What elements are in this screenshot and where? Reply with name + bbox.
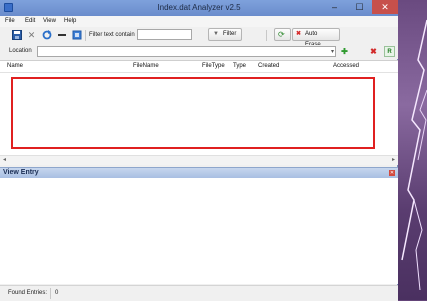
found-entries-count: 0 <box>55 290 59 296</box>
status-divider <box>50 288 51 299</box>
minimize-button[interactable]: ‒ <box>322 0 347 14</box>
view-entry-title: View Entry <box>3 169 39 176</box>
found-entries-label: Found Entries: <box>8 290 48 296</box>
delete-icon[interactable]: ✕ <box>26 30 37 41</box>
column-header-filename[interactable]: FileName <box>133 61 159 72</box>
menu-edit[interactable]: Edit <box>25 18 35 24</box>
menu-file[interactable]: File <box>5 18 15 24</box>
filter-button-label: Filter <box>223 31 237 37</box>
column-header-accessed[interactable]: Accessed <box>333 61 359 72</box>
toolbar-separator <box>266 30 267 41</box>
toolbar-separator <box>85 30 86 41</box>
column-header-filetype[interactable]: FileType <box>202 61 225 72</box>
minus-icon[interactable] <box>56 30 67 41</box>
menu-help[interactable]: Help <box>64 18 76 24</box>
remove-location-button[interactable]: ✖ <box>368 46 379 57</box>
save-icon[interactable] <box>11 30 22 41</box>
scroll-right-icon[interactable]: ▸ <box>392 156 395 165</box>
auto-erase-button[interactable]: ✖ Auto Erase... <box>292 28 340 48</box>
export-icon[interactable] <box>71 30 82 41</box>
status-bar: Found Entries: 0 <box>0 285 398 301</box>
filter-button[interactable]: ▼ Filter <box>208 28 242 41</box>
chevron-down-icon: ▾ <box>330 49 334 55</box>
funnel-icon: ▼ <box>213 31 219 37</box>
toolbar: ✕ Filter text contain ▼ Filter ⟳ ✖ Auto … <box>0 27 398 48</box>
view-entry-panel[interactable] <box>0 178 398 284</box>
filter-label: Filter text contain <box>89 32 135 38</box>
horizontal-scrollbar[interactable]: ◂ ▸ <box>0 155 398 165</box>
close-icon[interactable]: ✕ <box>389 170 395 176</box>
load-location-button[interactable]: R <box>384 46 395 57</box>
cycle-arrows-icon: ⟳ <box>278 30 285 39</box>
entries-table[interactable]: Name FileName FileType Type Created Acce… <box>0 60 398 165</box>
table-header: Name FileName FileType Type Created Acce… <box>0 61 398 73</box>
location-dropdown[interactable]: ▾ <box>37 46 336 57</box>
add-location-button[interactable]: ✚ <box>339 46 350 57</box>
highlight-annotation <box>11 77 375 149</box>
column-header-name[interactable]: Name <box>7 61 23 72</box>
erase-x-icon: ✖ <box>296 31 302 37</box>
filter-text-input[interactable] <box>137 29 192 40</box>
maximize-button[interactable]: ☐ <box>347 0 372 14</box>
location-bar: Location ▾ ✚ ✖ R <box>0 45 398 59</box>
title-bar[interactable]: Index.dat Analyzer v2.5 ‒ ☐ ✕ <box>0 0 398 16</box>
menu-view[interactable]: View <box>43 18 56 24</box>
location-label: Location <box>9 48 32 54</box>
lightning-wallpaper <box>401 19 427 291</box>
column-header-type[interactable]: Type <box>233 61 246 72</box>
scroll-left-icon[interactable]: ◂ <box>3 156 6 165</box>
menu-bar: File Edit View Help <box>0 16 398 27</box>
column-header-created[interactable]: Created <box>258 61 279 72</box>
app-window: Index.dat Analyzer v2.5 ‒ ☐ ✕ File Edit … <box>0 0 398 301</box>
close-button[interactable]: ✕ <box>372 0 398 14</box>
auto-refresh-button[interactable]: ⟳ <box>274 28 291 41</box>
refresh-icon[interactable] <box>41 30 52 41</box>
